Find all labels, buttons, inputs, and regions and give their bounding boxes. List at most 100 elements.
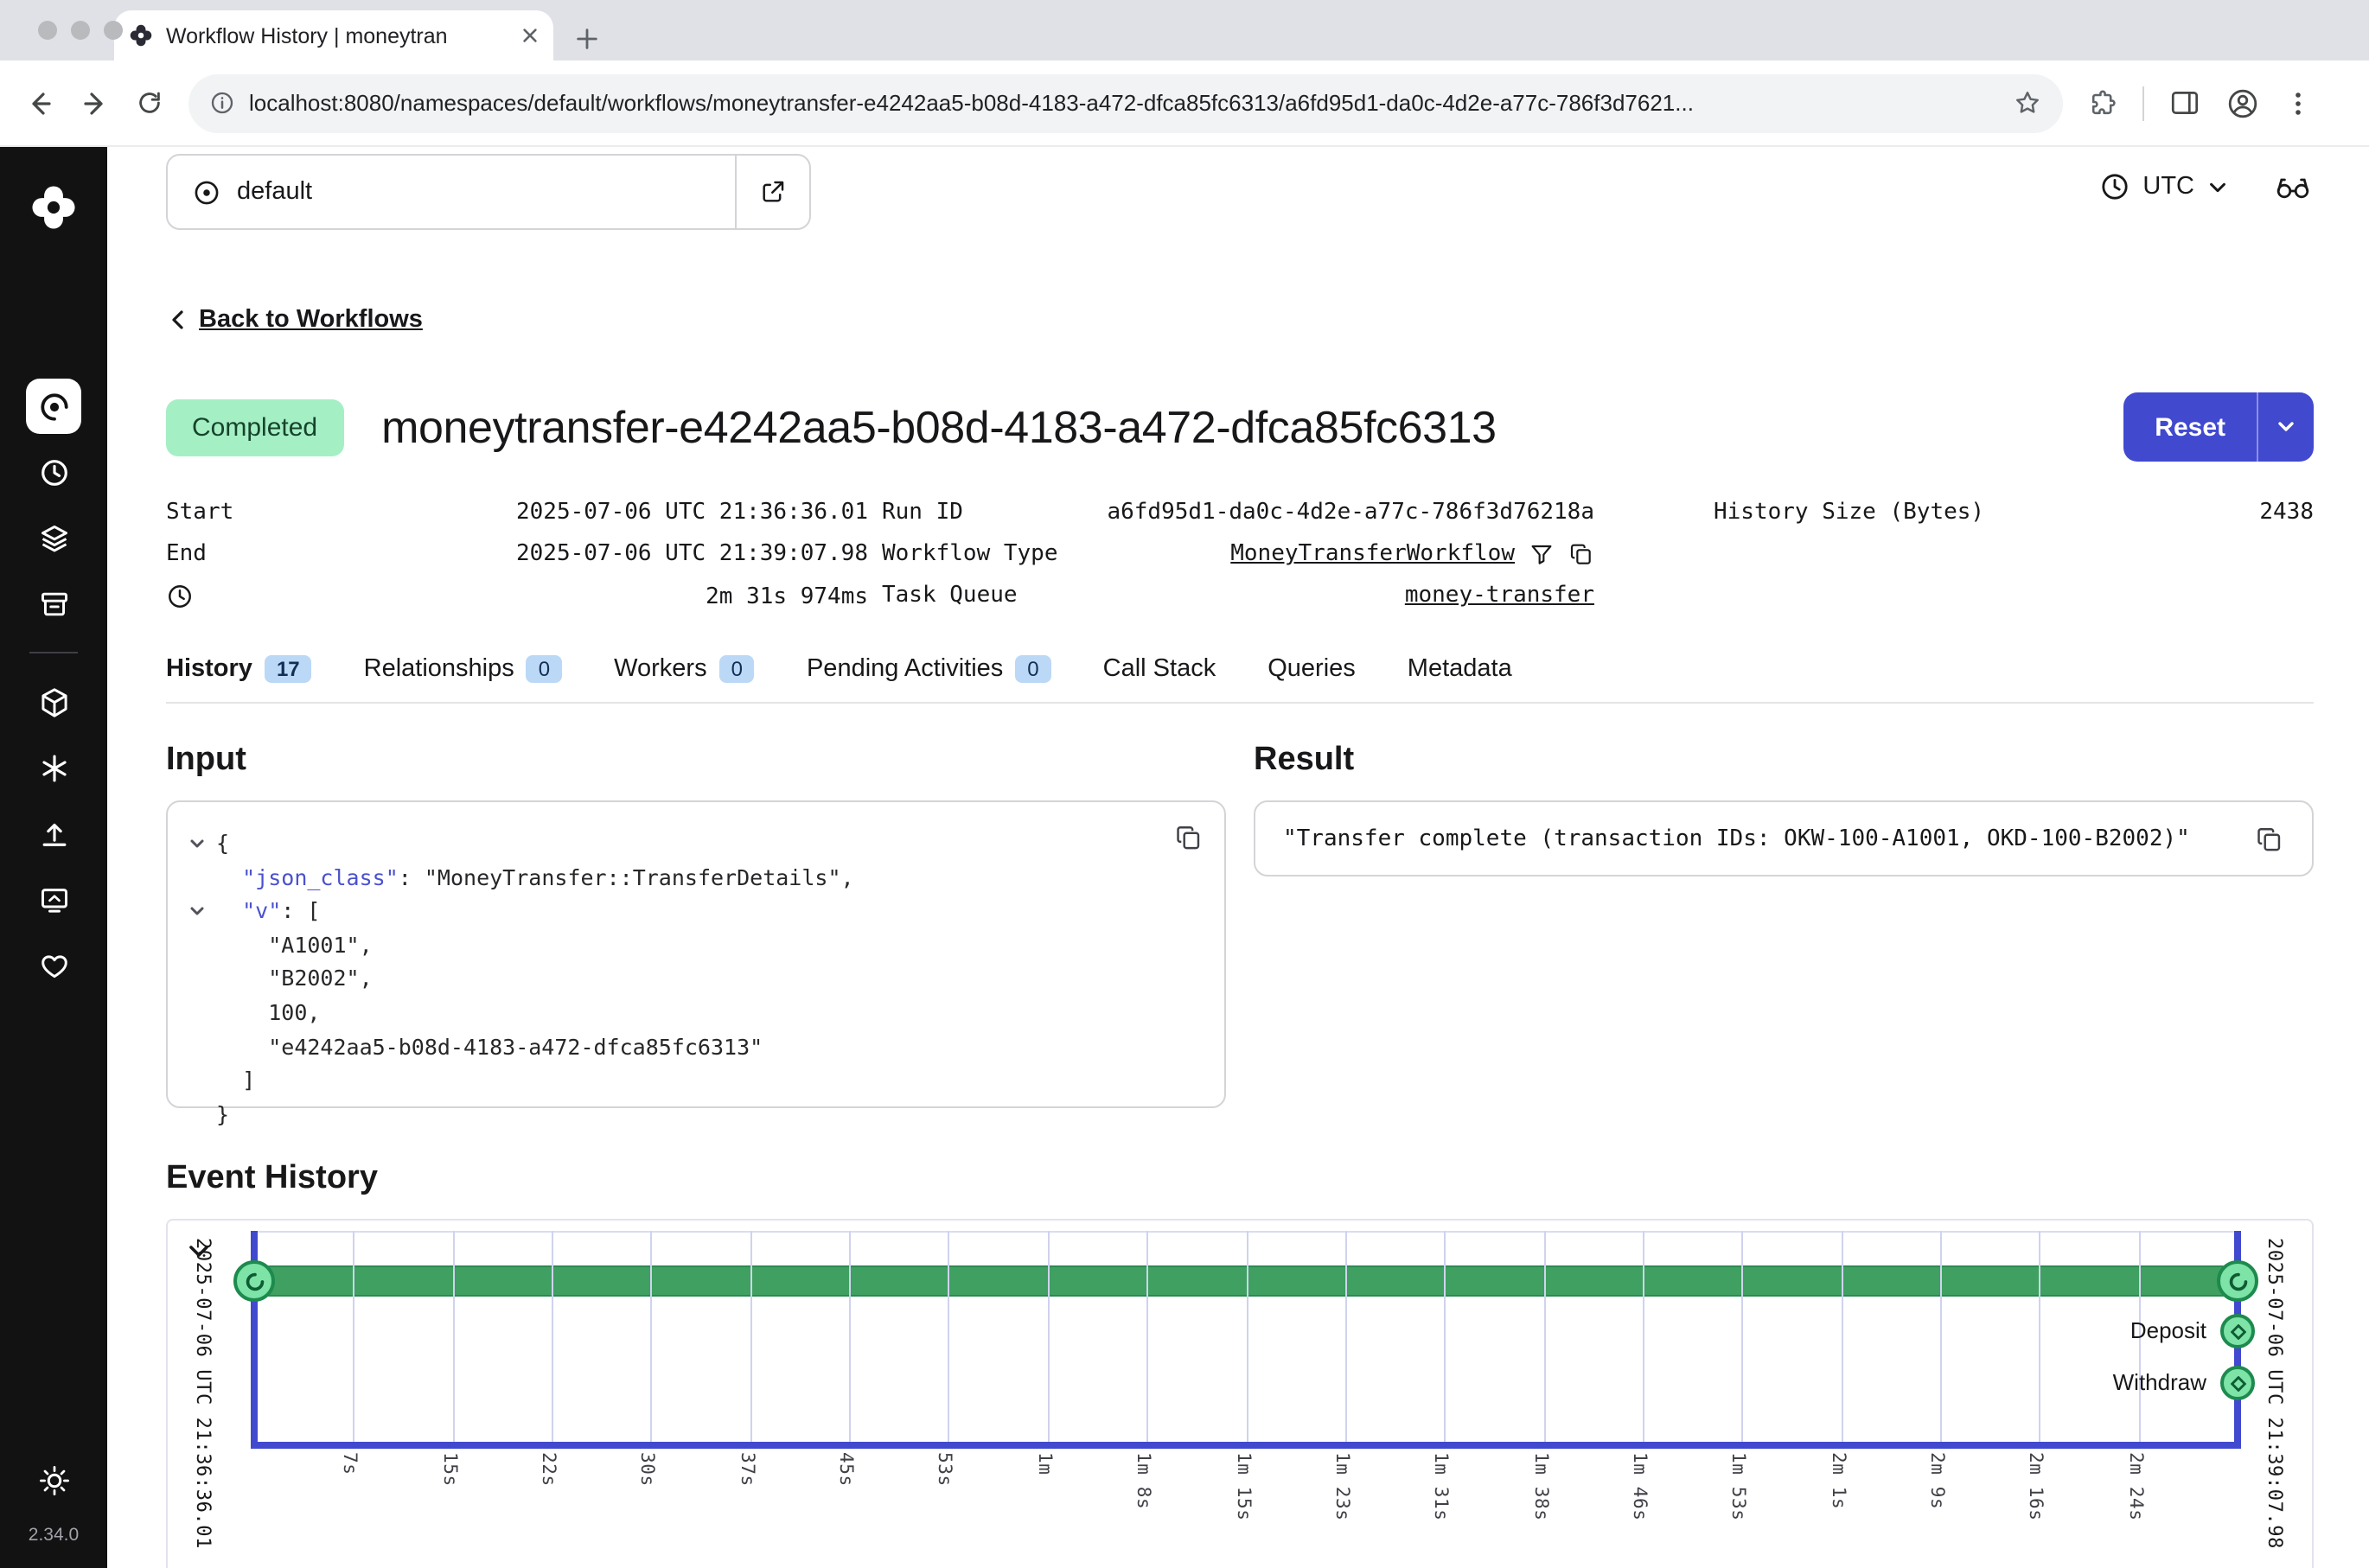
reset-menu-chevron-icon[interactable] [2257,392,2314,462]
reset-split-button[interactable]: Reset [2123,392,2314,462]
start-value: 2025-07-06 UTC 21:36:36.01 [516,500,868,526]
timeline-end-timestamp: 2025-07-06 UTC 21:39:07.98 [2264,1238,2286,1549]
input-copy-icon[interactable] [1174,823,1204,852]
tab-metadata[interactable]: Metadata [1408,655,1512,683]
browser-actions [2087,86,2312,120]
workflow-title: moneytransfer-e4242aa5-b08d-4183-a472-df… [381,400,2085,454]
workflow-tabs: History17 Relationships0 Workers0 Pending A… [166,655,2314,704]
tab-relationships[interactable]: Relationships0 [364,655,563,683]
namespace-topbar: default UTC [107,147,2369,251]
sidebar-item-import[interactable] [26,806,81,861]
namespace-icon [192,177,221,207]
copy-icon[interactable] [1568,541,1594,567]
code-collapse-caret-icon[interactable] [188,894,216,927]
tab-count-badge: 0 [527,655,562,683]
activity-marker-deposit[interactable] [2220,1314,2255,1348]
tab-pending-activities[interactable]: Pending Activities0 [807,655,1051,683]
timeline-tick-label: 1m 38s [1530,1452,1551,1520]
bookmark-star-icon[interactable] [2013,88,2042,118]
timeline-tick-label: 1m 31s [1430,1452,1451,1520]
timeline-tick-label: 30s [636,1452,657,1487]
sidebar-item-support[interactable] [26,937,81,992]
heart-icon [37,948,70,981]
workflow-type-link[interactable]: MoneyTransferWorkflow [1230,541,1515,567]
temporal-logo[interactable] [28,182,80,233]
filter-funnel-icon[interactable] [1529,541,1555,567]
browser-tab[interactable]: Workflow History | moneytran [114,10,553,61]
workflow-end-marker[interactable] [2217,1260,2258,1302]
activity-marker-withdraw[interactable] [2220,1366,2255,1400]
timeline-tick-label: 1m 8s [1133,1452,1153,1509]
clock-icon [2099,171,2130,202]
favicon-temporal-icon [128,22,154,48]
sidebar-divider [29,652,78,653]
url-text[interactable]: localhost:8080/namespaces/default/workfl… [249,90,1999,116]
back-link-label: Back to Workflows [199,306,423,334]
sidebar-item-deployments[interactable] [26,510,81,565]
workflow-details: Start 2025-07-06 UTC 21:36:36.01 End 202… [166,500,2314,610]
close-window-button[interactable] [38,21,57,40]
tab-count-badge: 0 [1015,655,1050,683]
tab-workers[interactable]: Workers0 [614,655,755,683]
side-panel-icon[interactable] [2168,86,2201,119]
forward-icon[interactable] [80,87,111,118]
tab-close-icon[interactable] [520,26,540,45]
event-history-heading: Event History [166,1160,2314,1198]
workflow-start-marker[interactable] [233,1260,275,1302]
namespace-selector[interactable]: default [166,154,811,230]
layers-icon [37,521,70,554]
code-collapse-caret-icon[interactable] [188,826,216,860]
version-label: 2.34.0 [29,1525,79,1546]
sidebar-item-workflows[interactable] [26,379,81,434]
minimize-window-button[interactable] [71,21,90,40]
input-code: { "json_class": "MoneyTransfer::Transfer… [188,826,1204,1131]
tab-queries[interactable]: Queries [1268,655,1356,683]
back-icon[interactable] [24,87,55,118]
timeline-tick-label: 22s [538,1452,559,1487]
sidebar-item-namespaces[interactable] [26,740,81,795]
end-label: End [166,541,207,567]
run-id-value: a6fd95d1-da0c-4d2e-a77c-786f3d76218a [1107,500,1594,526]
input-heading: Input [166,742,1226,780]
tab-history[interactable]: History17 [166,655,312,683]
schedules-icon [37,456,70,488]
open-namespace-button[interactable] [735,156,809,228]
event-history-timeline: 2025-07-06 UTC 21:36:36.01 2025-07-06 UT… [166,1219,2314,1568]
duration-clock-icon [166,583,194,610]
reset-button[interactable]: Reset [2123,392,2257,462]
namespace-selector-main[interactable]: default [168,156,735,228]
timezone-label: UTC [2142,173,2194,201]
timeline-tick-label: 1m 46s [1629,1452,1650,1520]
zoom-window-button[interactable] [104,21,123,40]
site-info-icon[interactable] [209,90,235,116]
new-tab-button[interactable] [574,26,600,52]
archive-box-icon [37,587,70,620]
theme-toggle[interactable] [26,1452,81,1507]
sidebar-item-feedback[interactable] [26,871,81,927]
result-heading: Result [1254,742,2314,780]
upload-icon [37,817,70,850]
tab-call-stack[interactable]: Call Stack [1103,655,1216,683]
labs-glasses-icon[interactable] [2274,171,2312,202]
timeline-tick-label: 2m 24s [2125,1452,2146,1520]
back-to-workflows-link[interactable]: Back to Workflows [166,306,423,334]
profile-avatar-icon[interactable] [2225,86,2260,120]
window-controls[interactable] [38,21,123,40]
monitor-icon [37,883,70,915]
url-bar[interactable]: localhost:8080/namespaces/default/workfl… [188,73,2063,132]
sun-icon [37,1463,70,1496]
sidebar-item-schedules[interactable] [26,444,81,500]
sidebar-item-batch-operations[interactable] [26,576,81,631]
toolbar-divider [2142,86,2144,120]
result-copy-icon[interactable] [2255,824,2284,853]
input-code-card: { "json_class": "MoneyTransfer::Transfer… [166,800,1226,1108]
sidebar-item-nexus[interactable] [26,674,81,730]
duration-value: 2m 31s 974ms [706,583,868,609]
extensions-icon[interactable] [2087,87,2118,118]
browser-menu-icon[interactable] [2284,89,2312,117]
reload-icon[interactable] [135,88,164,118]
timezone-selector[interactable]: UTC [2099,171,2229,202]
task-queue-link[interactable]: money-transfer [1405,583,1594,609]
history-size-label: History Size (Bytes) [1714,500,1984,526]
task-queue-label: Task Queue [882,583,1018,609]
